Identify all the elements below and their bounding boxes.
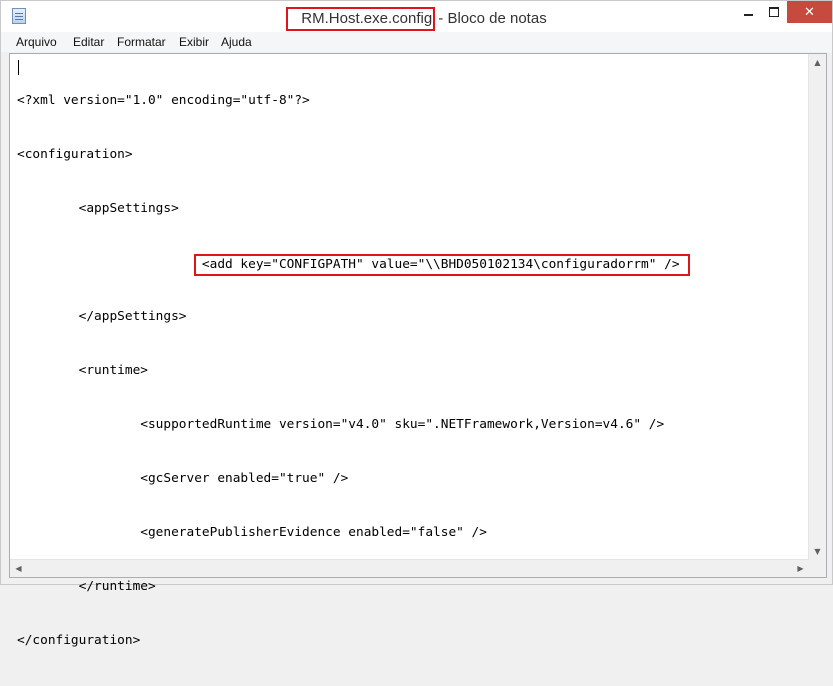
- code-line: </appSettings>: [17, 309, 187, 324]
- scrollbar-corner: [809, 560, 826, 577]
- close-icon: ✕: [804, 4, 815, 20]
- code-line: <runtime>: [17, 363, 148, 378]
- menu-ajuda[interactable]: Ajuda: [221, 35, 252, 49]
- scroll-right-icon[interactable]: ▶: [792, 560, 809, 577]
- menu-bar: Arquivo Editar Formatar Exibir Ajuda: [1, 32, 832, 52]
- code-line: <gcServer enabled="true" />: [17, 471, 349, 486]
- code-line: <configuration>: [17, 147, 133, 162]
- window-title: RM.Host.exe.config - Bloco de notas: [1, 7, 832, 31]
- minimize-button[interactable]: [735, 1, 761, 23]
- title-bar[interactable]: RM.Host.exe.config - Bloco de notas ✕: [1, 1, 832, 32]
- close-button[interactable]: ✕: [787, 1, 832, 23]
- scroll-left-icon[interactable]: ◀: [10, 560, 27, 577]
- editor-content[interactable]: <?xml version="1.0" encoding="utf-8"?> <…: [17, 56, 690, 686]
- maximize-button[interactable]: [761, 1, 787, 23]
- text-editor[interactable]: <?xml version="1.0" encoding="utf-8"?> <…: [9, 53, 827, 648]
- code-line: <supportedRuntime version="v4.0" sku=".N…: [17, 417, 665, 432]
- text-caret: [18, 60, 19, 75]
- horizontal-scrollbar[interactable]: ◀ ▶: [10, 559, 809, 577]
- minimize-icon: [743, 14, 753, 16]
- code-line: <appSettings>: [17, 201, 179, 216]
- notepad-window: RM.Host.exe.config - Bloco de notas ✕ Arq…: [0, 0, 833, 648]
- code-line: <?xml version="1.0" encoding="utf-8"?>: [17, 93, 310, 108]
- menu-arquivo[interactable]: Arquivo: [16, 35, 57, 49]
- title-filename: RM.Host.exe.config: [286, 7, 436, 31]
- scroll-up-icon[interactable]: ▲: [809, 54, 826, 71]
- code-line: <generatePublisherEvidence enabled="fals…: [17, 525, 487, 540]
- maximize-icon: [769, 7, 779, 17]
- menu-editar[interactable]: Editar: [73, 35, 104, 49]
- code-line: </runtime>: [17, 579, 156, 594]
- menu-exibir[interactable]: Exibir: [179, 35, 209, 49]
- scroll-down-icon[interactable]: ▼: [809, 543, 826, 560]
- menu-formatar[interactable]: Formatar: [117, 35, 166, 49]
- code-line: </configuration>: [17, 633, 141, 648]
- title-app-name: - Bloco de notas: [438, 10, 547, 27]
- code-line-highlighted: <add key="CONFIGPATH" value="\\BHD050102…: [17, 254, 690, 276]
- highlighted-config-entry: <add key="CONFIGPATH" value="\\BHD050102…: [193, 254, 690, 276]
- vertical-scrollbar[interactable]: ▲ ▼: [808, 54, 826, 560]
